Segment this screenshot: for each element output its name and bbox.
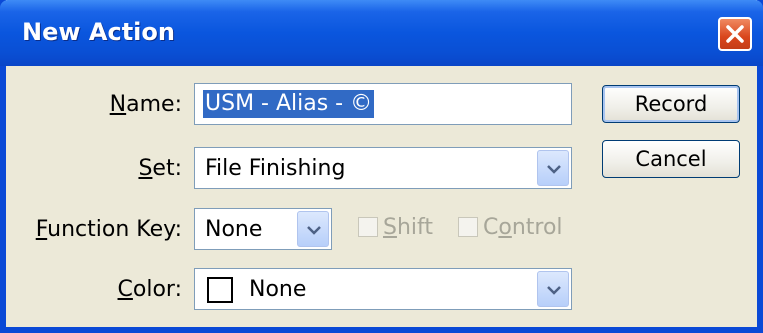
cancel-button[interactable]: Cancel (602, 140, 740, 178)
function-key-select-value: None (205, 217, 263, 242)
function-key-label: Function Key: (35, 217, 182, 242)
name-label: Name: (109, 92, 182, 117)
function-key-select[interactable]: None (194, 208, 332, 250)
control-checkbox[interactable] (458, 217, 478, 237)
record-button[interactable]: Record (602, 85, 740, 123)
close-button[interactable] (718, 17, 752, 51)
name-input-value: USM - Alias - © (203, 90, 375, 118)
color-select[interactable]: None (194, 268, 572, 310)
chevron-down-icon (307, 226, 321, 235)
color-label: Color: (117, 277, 182, 302)
dialog-title: New Action (22, 18, 175, 46)
function-key-dropdown-button[interactable] (297, 211, 329, 247)
shift-checkbox[interactable] (358, 217, 378, 237)
set-select[interactable]: File Finishing (194, 147, 572, 189)
set-dropdown-button[interactable] (537, 150, 569, 186)
chevron-down-icon (547, 165, 561, 174)
name-input[interactable]: USM - Alias - © (194, 83, 572, 125)
color-dropdown-button[interactable] (537, 271, 569, 307)
set-label: Set: (138, 156, 182, 181)
shift-label: Shift (383, 215, 434, 240)
chevron-down-icon (547, 286, 561, 295)
close-icon (726, 25, 744, 43)
color-swatch (207, 277, 233, 303)
set-select-value: File Finishing (205, 156, 346, 181)
title-bar[interactable]: New Action (0, 0, 763, 66)
color-select-value: None (249, 277, 307, 302)
control-label: Control (483, 215, 563, 240)
